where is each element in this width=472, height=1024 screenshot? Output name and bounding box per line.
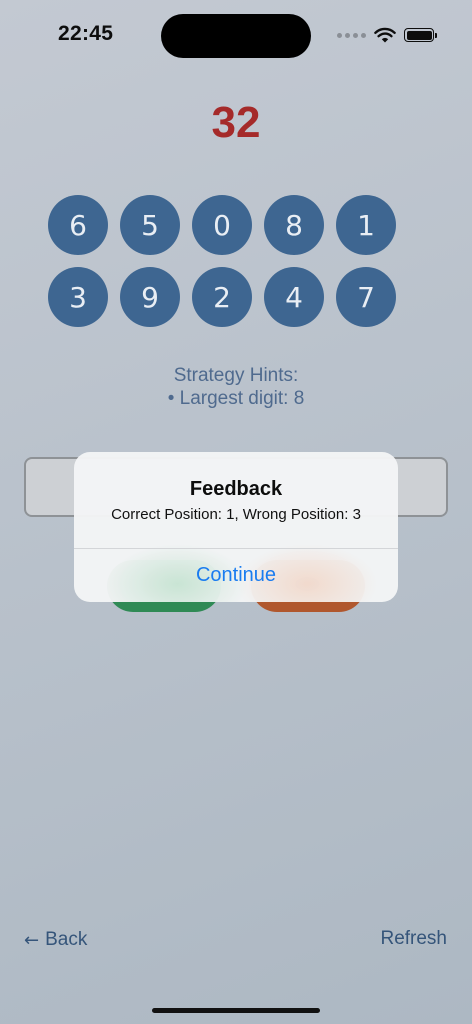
home-indicator[interactable] [152,1008,320,1013]
back-button[interactable]: ← Back [24,928,87,952]
digit-button[interactable]: 8 [264,195,324,255]
digit-button[interactable]: 5 [120,195,180,255]
digit-grid: 6 5 0 8 1 3 9 2 4 7 [48,195,396,327]
digit-button[interactable]: 0 [192,195,252,255]
status-time: 22:45 [58,22,114,45]
arrow-left-icon: ← [24,929,40,951]
refresh-button[interactable]: Refresh [380,928,447,952]
continue-button[interactable]: Continue [74,549,398,602]
wifi-icon [374,27,396,43]
back-label: Back [45,929,88,950]
alert-message: Correct Position: 1, Wrong Position: 3 [111,506,361,523]
digit-button[interactable]: 9 [120,267,180,327]
hints-title: Strategy Hints: [173,365,299,386]
digit-button[interactable]: 3 [48,267,108,327]
battery-icon [404,28,437,42]
digit-button[interactable]: 4 [264,267,324,327]
digit-button[interactable]: 6 [48,195,108,255]
target-number: 32 [211,98,261,147]
hint-item: • Largest digit: 8 [167,388,305,409]
digit-button[interactable]: 2 [192,267,252,327]
status-icons [337,24,437,46]
digit-button[interactable]: 7 [336,267,396,327]
dynamic-island [161,14,311,58]
strategy-hints: Strategy Hints: • Largest digit: 8 [0,364,472,410]
feedback-alert: Feedback Correct Position: 1, Wrong Posi… [74,452,398,602]
alert-title: Feedback [189,478,283,500]
digit-button[interactable]: 1 [336,195,396,255]
signal-dots-icon [337,32,366,38]
